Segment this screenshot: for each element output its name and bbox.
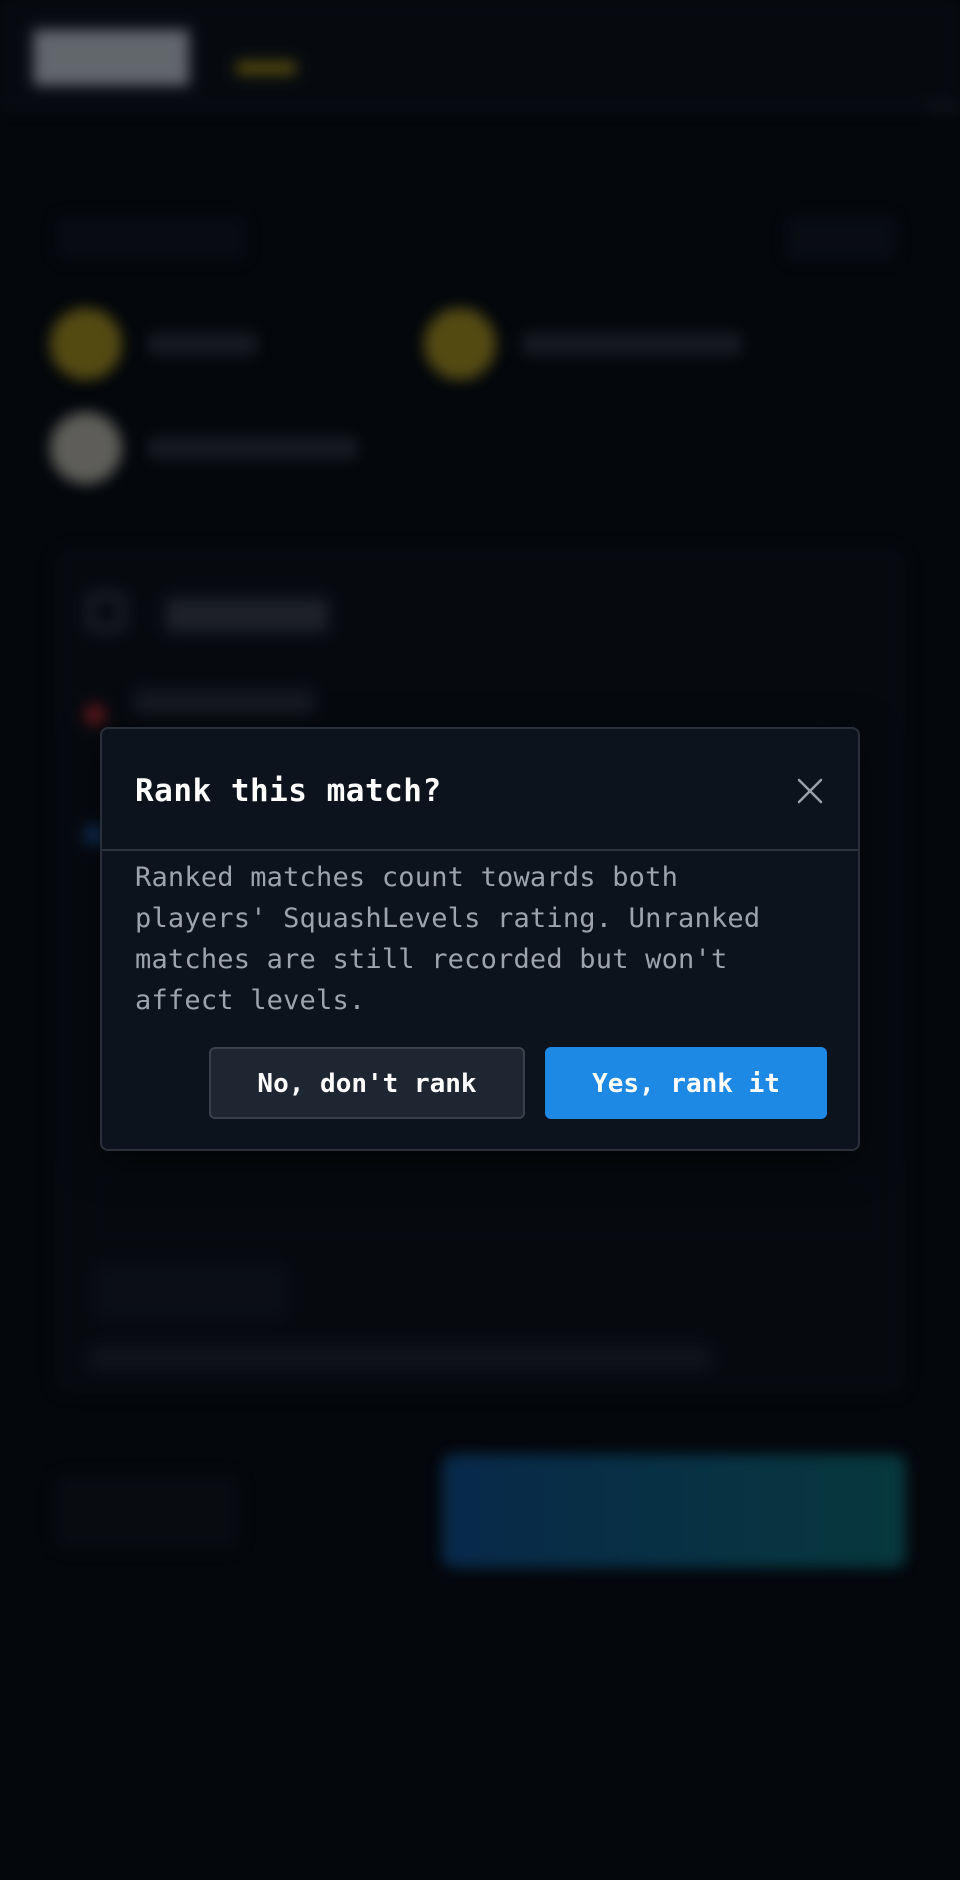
dialog-title: Rank this match? — [135, 773, 442, 809]
close-button[interactable] — [794, 775, 826, 807]
dialog-message: Ranked matches count towards both player… — [135, 862, 761, 1016]
close-icon — [797, 778, 823, 804]
dont-rank-button[interactable]: No, don't rank — [209, 1047, 525, 1119]
rank-match-dialog: Rank this match? Ranked matches count to… — [100, 727, 860, 1151]
page: ▇▇▇▇▇ Rank this match? Ranked matches co… — [0, 0, 960, 1880]
dialog-header: Rank this match? — [102, 729, 858, 851]
rank-it-button[interactable]: Yes, rank it — [545, 1047, 827, 1119]
